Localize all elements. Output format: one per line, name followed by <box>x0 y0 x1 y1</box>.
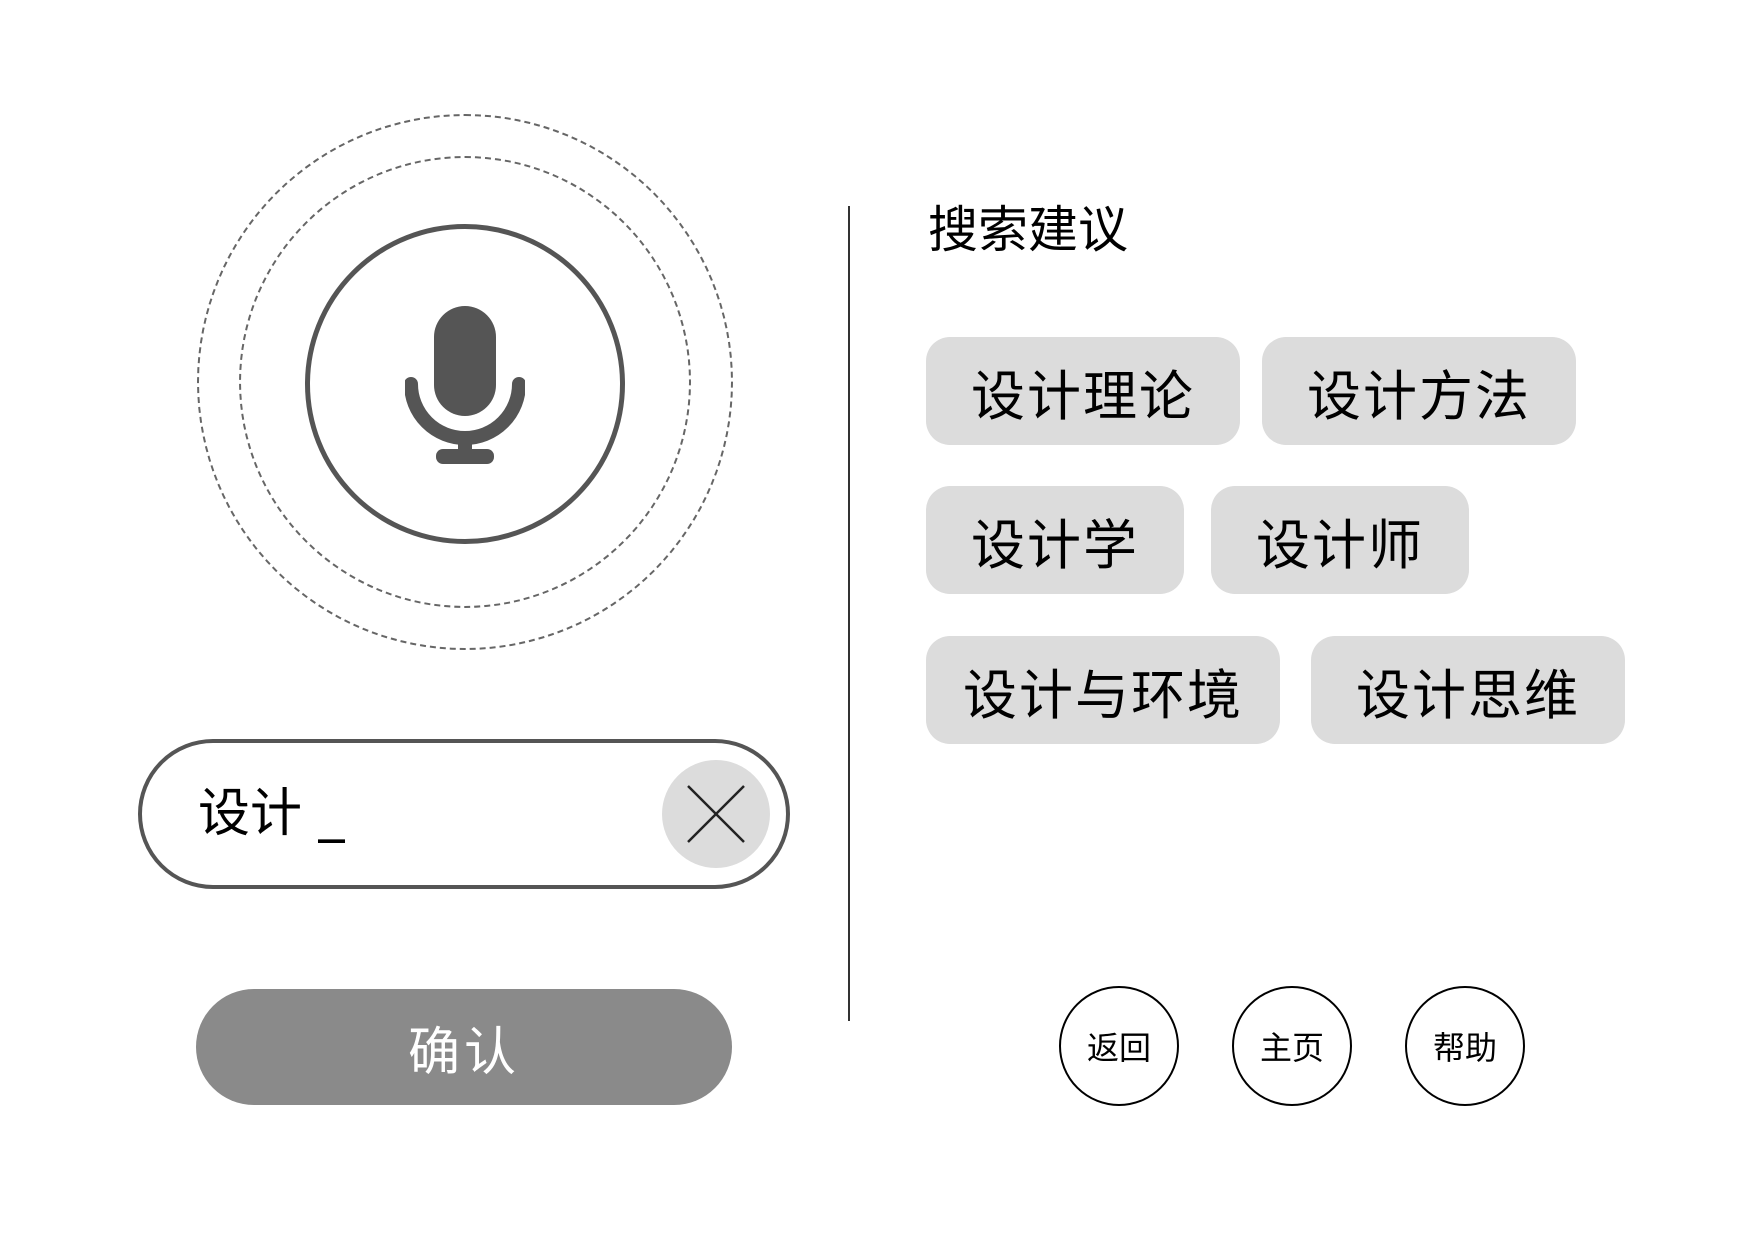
help-button[interactable]: 帮助 <box>1405 986 1525 1106</box>
voice-input-button[interactable] <box>305 224 625 544</box>
suggestion-chip[interactable]: 设计与环境 <box>926 636 1280 744</box>
clear-button[interactable] <box>662 760 770 868</box>
search-input-value: 设计 _ <box>198 784 345 844</box>
home-button[interactable]: 主页 <box>1232 986 1352 1106</box>
confirm-button[interactable]: 确认 <box>196 989 732 1105</box>
close-icon <box>687 785 745 843</box>
suggestion-chip[interactable]: 设计师 <box>1211 486 1469 594</box>
divider <box>848 206 850 1021</box>
search-input[interactable]: 设计 _ <box>138 739 790 889</box>
suggestion-chip[interactable]: 设计学 <box>926 486 1184 594</box>
back-button[interactable]: 返回 <box>1059 986 1179 1106</box>
suggestion-chip[interactable]: 设计思维 <box>1311 636 1625 744</box>
suggestions-title: 搜索建议 <box>928 201 1128 259</box>
suggestion-chip[interactable]: 设计方法 <box>1262 337 1576 445</box>
microphone-icon <box>405 306 525 464</box>
suggestion-chip[interactable]: 设计理论 <box>926 337 1240 445</box>
